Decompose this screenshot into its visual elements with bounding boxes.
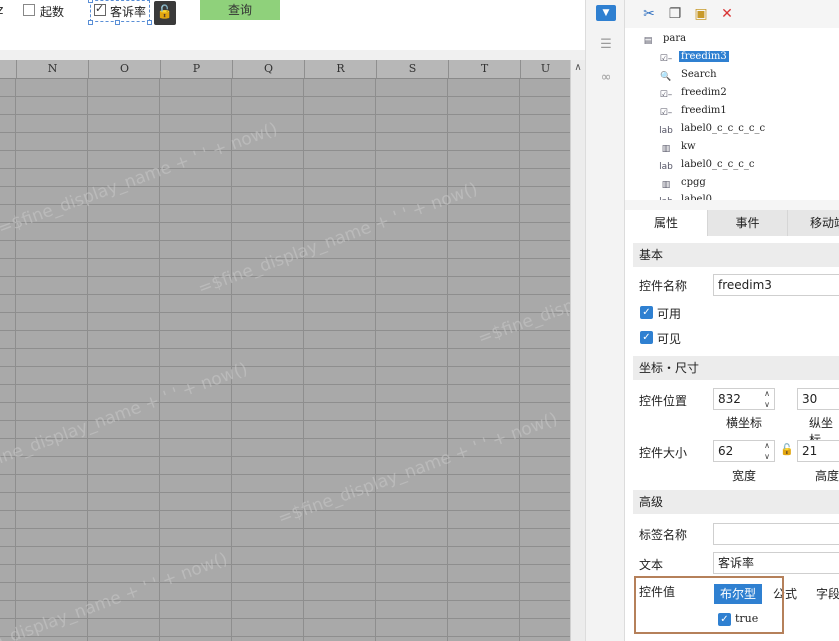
tab-mobile[interactable]: 移动端 — [787, 210, 839, 236]
tag-name-label: 标签名称 — [639, 528, 688, 542]
partial-label: z — [0, 3, 4, 17]
column-header-o[interactable]: O — [89, 60, 161, 78]
x-caption: 横坐标 — [726, 416, 763, 430]
position-y-input[interactable]: 30 — [797, 388, 839, 410]
resize-handle[interactable] — [88, 20, 93, 25]
size-height-input[interactable]: 21 — [797, 440, 839, 462]
cell-grid[interactable]: =$fine_display_name + ' ' + now() =$fine… — [0, 79, 585, 641]
link-icon[interactable]: ∞ — [596, 70, 616, 86]
checkbox-widget-icon: ☑– — [659, 89, 673, 100]
position-label: 控件位置 — [639, 394, 688, 408]
tree-node-freedim2[interactable]: ☑– freedim2 — [659, 85, 729, 101]
tree-node-search[interactable]: 🔍 Search — [659, 67, 719, 83]
column-header-n[interactable]: N — [17, 60, 89, 78]
combo-widget-icon: ▥ — [661, 179, 671, 190]
lock-open-icon[interactable]: 🔓 — [154, 1, 176, 25]
column-header-s[interactable]: S — [377, 60, 449, 78]
checkbox-widget-icon: ☑– — [659, 107, 673, 118]
label-widget-icon: lab — [659, 125, 673, 136]
visible-checkbox[interactable]: ✓ — [640, 331, 653, 344]
vertical-scrollbar[interactable]: ∧ — [570, 60, 585, 641]
text-label: 文本 — [639, 558, 664, 572]
column-header-q[interactable]: Q — [233, 60, 305, 78]
tree-node-label0-c-c-c-c-c[interactable]: lab label0_c_c_c_c_c — [659, 121, 767, 137]
column-header-r[interactable]: R — [305, 60, 377, 78]
watermark: =$fine_display_name + ' ' + now() — [195, 179, 481, 299]
tag-name-input[interactable] — [713, 523, 839, 545]
column-header-corner — [0, 60, 17, 78]
qishu-checkbox[interactable] — [23, 4, 35, 16]
paste-icon[interactable]: ▣ — [693, 6, 709, 22]
enabled-checkbox[interactable]: ✓ — [640, 306, 653, 319]
parameter-form: z 起数 客诉率 🔓 查询 — [0, 0, 585, 50]
tree-node-label0[interactable]: lablabel0 — [659, 192, 714, 200]
width-caption: 宽度 — [732, 469, 757, 483]
position-x-stepper[interactable]: ∧ ∨ — [760, 388, 774, 410]
watermark: =$fine_display_name + ' ' + now() — [275, 409, 561, 529]
label-widget-icon: lab — [659, 161, 673, 172]
enabled-label: 可用 — [657, 307, 682, 321]
widget-name-input[interactable]: freedim3 — [713, 274, 839, 296]
tab-events[interactable]: 事件 — [707, 210, 787, 236]
query-button[interactable]: 查询 — [200, 0, 280, 20]
checkbox-widget-icon: ☑– — [659, 53, 673, 64]
tree-node-freedim3[interactable]: ☑– freedim3 — [659, 49, 729, 65]
visible-label: 可见 — [657, 332, 682, 346]
layer-icon[interactable]: ☰ — [596, 37, 616, 53]
aspect-lock-icon[interactable]: 🔓 — [780, 443, 794, 456]
search-widget-icon: 🔍 — [660, 71, 672, 82]
tree-node-cpgg[interactable]: ▥ cpgg — [659, 175, 708, 191]
delete-icon[interactable]: ✕ — [719, 6, 735, 22]
scroll-up-icon[interactable]: ∧ — [571, 62, 585, 74]
property-panel: ✂ ❐ ▣ ✕ ▤ para ☑– freedim3 🔍 Search ☑– freed… — [625, 0, 839, 641]
cut-icon[interactable]: ✂ — [641, 6, 657, 22]
widget-name-label: 控件名称 — [639, 279, 688, 293]
tab-attributes[interactable]: 属性 — [625, 210, 707, 236]
column-header-u[interactable]: U — [521, 60, 570, 78]
widget-tree: ▤ para ☑– freedim3 🔍 Search ☑– freedim2 ☑– fr… — [625, 28, 839, 200]
value-true-checkbox[interactable]: ✓ — [718, 613, 731, 626]
size-width-stepper[interactable]: ∧ ∨ — [760, 440, 774, 462]
text-input[interactable]: 客诉率 — [713, 552, 839, 574]
kesulv-checkbox[interactable] — [94, 2, 106, 16]
property-tabs: 属性 事件 移动端 — [625, 210, 839, 236]
label-widget-icon: lab — [659, 194, 673, 201]
size-label: 控件大小 — [639, 446, 688, 460]
value-type-field[interactable]: 字段 — [816, 584, 839, 604]
form-icon: ▤ — [643, 35, 653, 46]
column-header-t[interactable]: T — [449, 60, 521, 78]
copy-icon[interactable]: ❐ — [667, 6, 683, 22]
widget-value-label: 控件值 — [639, 585, 676, 599]
value-true-label: true — [735, 612, 759, 625]
combo-widget-icon: ▥ — [661, 143, 671, 154]
tree-node-kw[interactable]: ▥ kw — [659, 139, 698, 155]
tree-node-freedim1[interactable]: ☑– freedim1 — [659, 103, 729, 119]
watermark: =$fine_display_name + ' ' + now() — [0, 359, 251, 479]
section-basic[interactable]: 基本 — [633, 243, 839, 267]
resize-handle[interactable] — [88, 0, 93, 3]
watermark: =$fine_display_name + ' ' + now() — [0, 119, 281, 239]
value-type-formula[interactable]: 公式 — [768, 584, 802, 604]
resize-handle[interactable] — [147, 20, 152, 25]
section-advanced[interactable]: 高级 — [633, 490, 839, 514]
tree-toolbar: ✂ ❐ ▣ ✕ — [625, 0, 839, 28]
height-caption: 高度 — [815, 469, 839, 483]
tree-node-label0-c-c-c-c[interactable]: lab label0_c_c_c_c — [659, 157, 756, 173]
qishu-label: 起数 — [40, 5, 65, 19]
tree-root[interactable]: ▤ para — [641, 31, 688, 47]
column-header-p[interactable]: P — [161, 60, 233, 78]
widget-panel-icon[interactable]: ▼ — [596, 5, 616, 21]
watermark: =$fine_display_name + ' ' + now() — [0, 549, 231, 641]
watermark: =$fine_display_name + ' ' + now() — [475, 229, 585, 349]
section-coordinates[interactable]: 坐标・尺寸 — [633, 356, 839, 380]
side-toolbar: ▼ ☰ ∞ — [585, 0, 625, 641]
kesulv-label: 客诉率 — [110, 5, 147, 19]
value-type-boolean[interactable]: 布尔型 — [714, 584, 762, 604]
column-header: N O P Q R S T U — [0, 60, 570, 79]
spreadsheet-area[interactable]: N O P Q R S T U =$fine_display_name + ' … — [0, 60, 585, 641]
attribute-form: 基本 控件名称 freedim3 ✓ 可用 ✓ 可见 坐标・尺寸 控件位置 83… — [625, 236, 839, 641]
resize-handle[interactable] — [115, 20, 120, 25]
